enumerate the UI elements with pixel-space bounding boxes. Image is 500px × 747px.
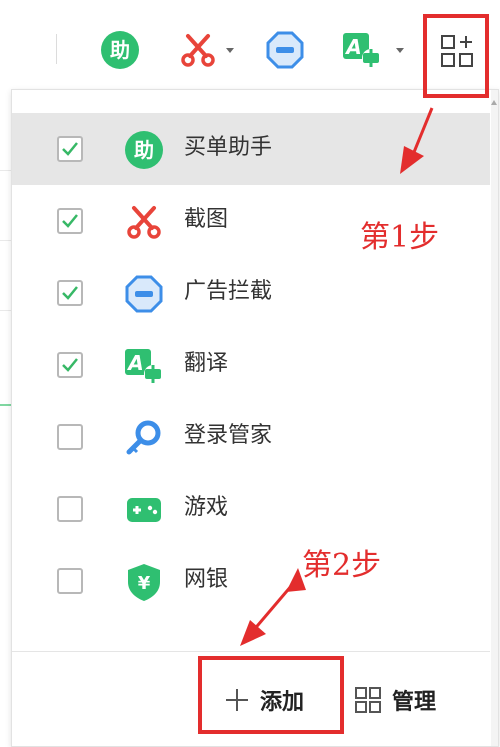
item-label: 截图 [184,207,229,232]
svg-text:助: 助 [110,38,130,62]
item-label: 游戏 [184,495,229,520]
checkbox[interactable] [57,208,83,234]
checkbox[interactable] [57,424,83,450]
footer-divider [12,651,490,652]
list-item-adblock[interactable]: 广告拦截 [12,257,490,329]
key-icon [126,420,161,455]
annotation-box-add-button [198,656,344,734]
translate-icon: A [343,33,380,67]
adblock-icon [266,31,304,69]
helper-toolbar-button[interactable]: 助 [100,30,140,70]
adblock-icon [125,275,163,313]
annotation-box-apps-button [423,14,489,98]
svg-text:A: A [126,351,143,375]
helper-icon: 助 [101,31,139,69]
checkbox[interactable] [57,280,83,306]
checkbox[interactable] [57,136,83,162]
adblock-toolbar-button[interactable] [265,30,305,70]
item-label: 登录管家 [184,423,273,448]
bank-shield-icon: ¥ [128,564,160,601]
list-item-games[interactable]: 游戏 [12,473,490,545]
checkmark-icon [62,142,78,156]
list-item-online-banking[interactable]: ¥ 网银 [12,545,490,617]
item-label: 广告拦截 [184,279,273,304]
extensions-panel: 助 买单助手 截图 广告拦截 A 翻译 登录管家 游戏 ¥ 网银 添加 管理 [11,89,499,747]
list-item-buy-helper[interactable]: 助 买单助手 [12,113,490,185]
dropdown-caret-icon[interactable] [396,47,404,53]
grid-icon [355,687,381,713]
svg-text:A: A [344,35,361,59]
svg-text:¥: ¥ [138,573,151,594]
dropdown-caret-icon[interactable] [226,47,234,53]
translate-icon: A [125,349,162,383]
checkmark-icon [62,358,78,372]
list-item-translate[interactable]: A 翻译 [12,329,490,401]
scrollbar[interactable] [491,90,498,746]
scissors-icon [127,206,161,239]
checkmark-icon [62,214,78,228]
list-item-login-manager[interactable]: 登录管家 [12,401,490,473]
annotation-step2: 第2步 [302,548,382,583]
item-label: 翻译 [184,351,229,376]
item-label: 网银 [184,567,229,592]
gamepad-icon [127,498,161,522]
manage-label: 管理 [392,690,437,715]
translate-toolbar-button[interactable]: A [342,32,404,68]
checkmark-icon [62,286,78,300]
manage-button[interactable]: 管理 [354,680,436,720]
checkbox[interactable] [57,352,83,378]
screenshot-toolbar-button[interactable] [180,32,234,68]
scissors-icon [181,34,215,67]
checkbox[interactable] [57,496,83,522]
annotation-step1: 第1步 [360,220,440,255]
scroll-up-arrow-icon[interactable] [491,100,497,105]
item-label: 买单助手 [184,135,273,160]
helper-icon: 助 [125,131,163,169]
checkbox[interactable] [57,568,83,594]
svg-text:助: 助 [134,138,154,162]
toolbar-separator [56,34,57,64]
